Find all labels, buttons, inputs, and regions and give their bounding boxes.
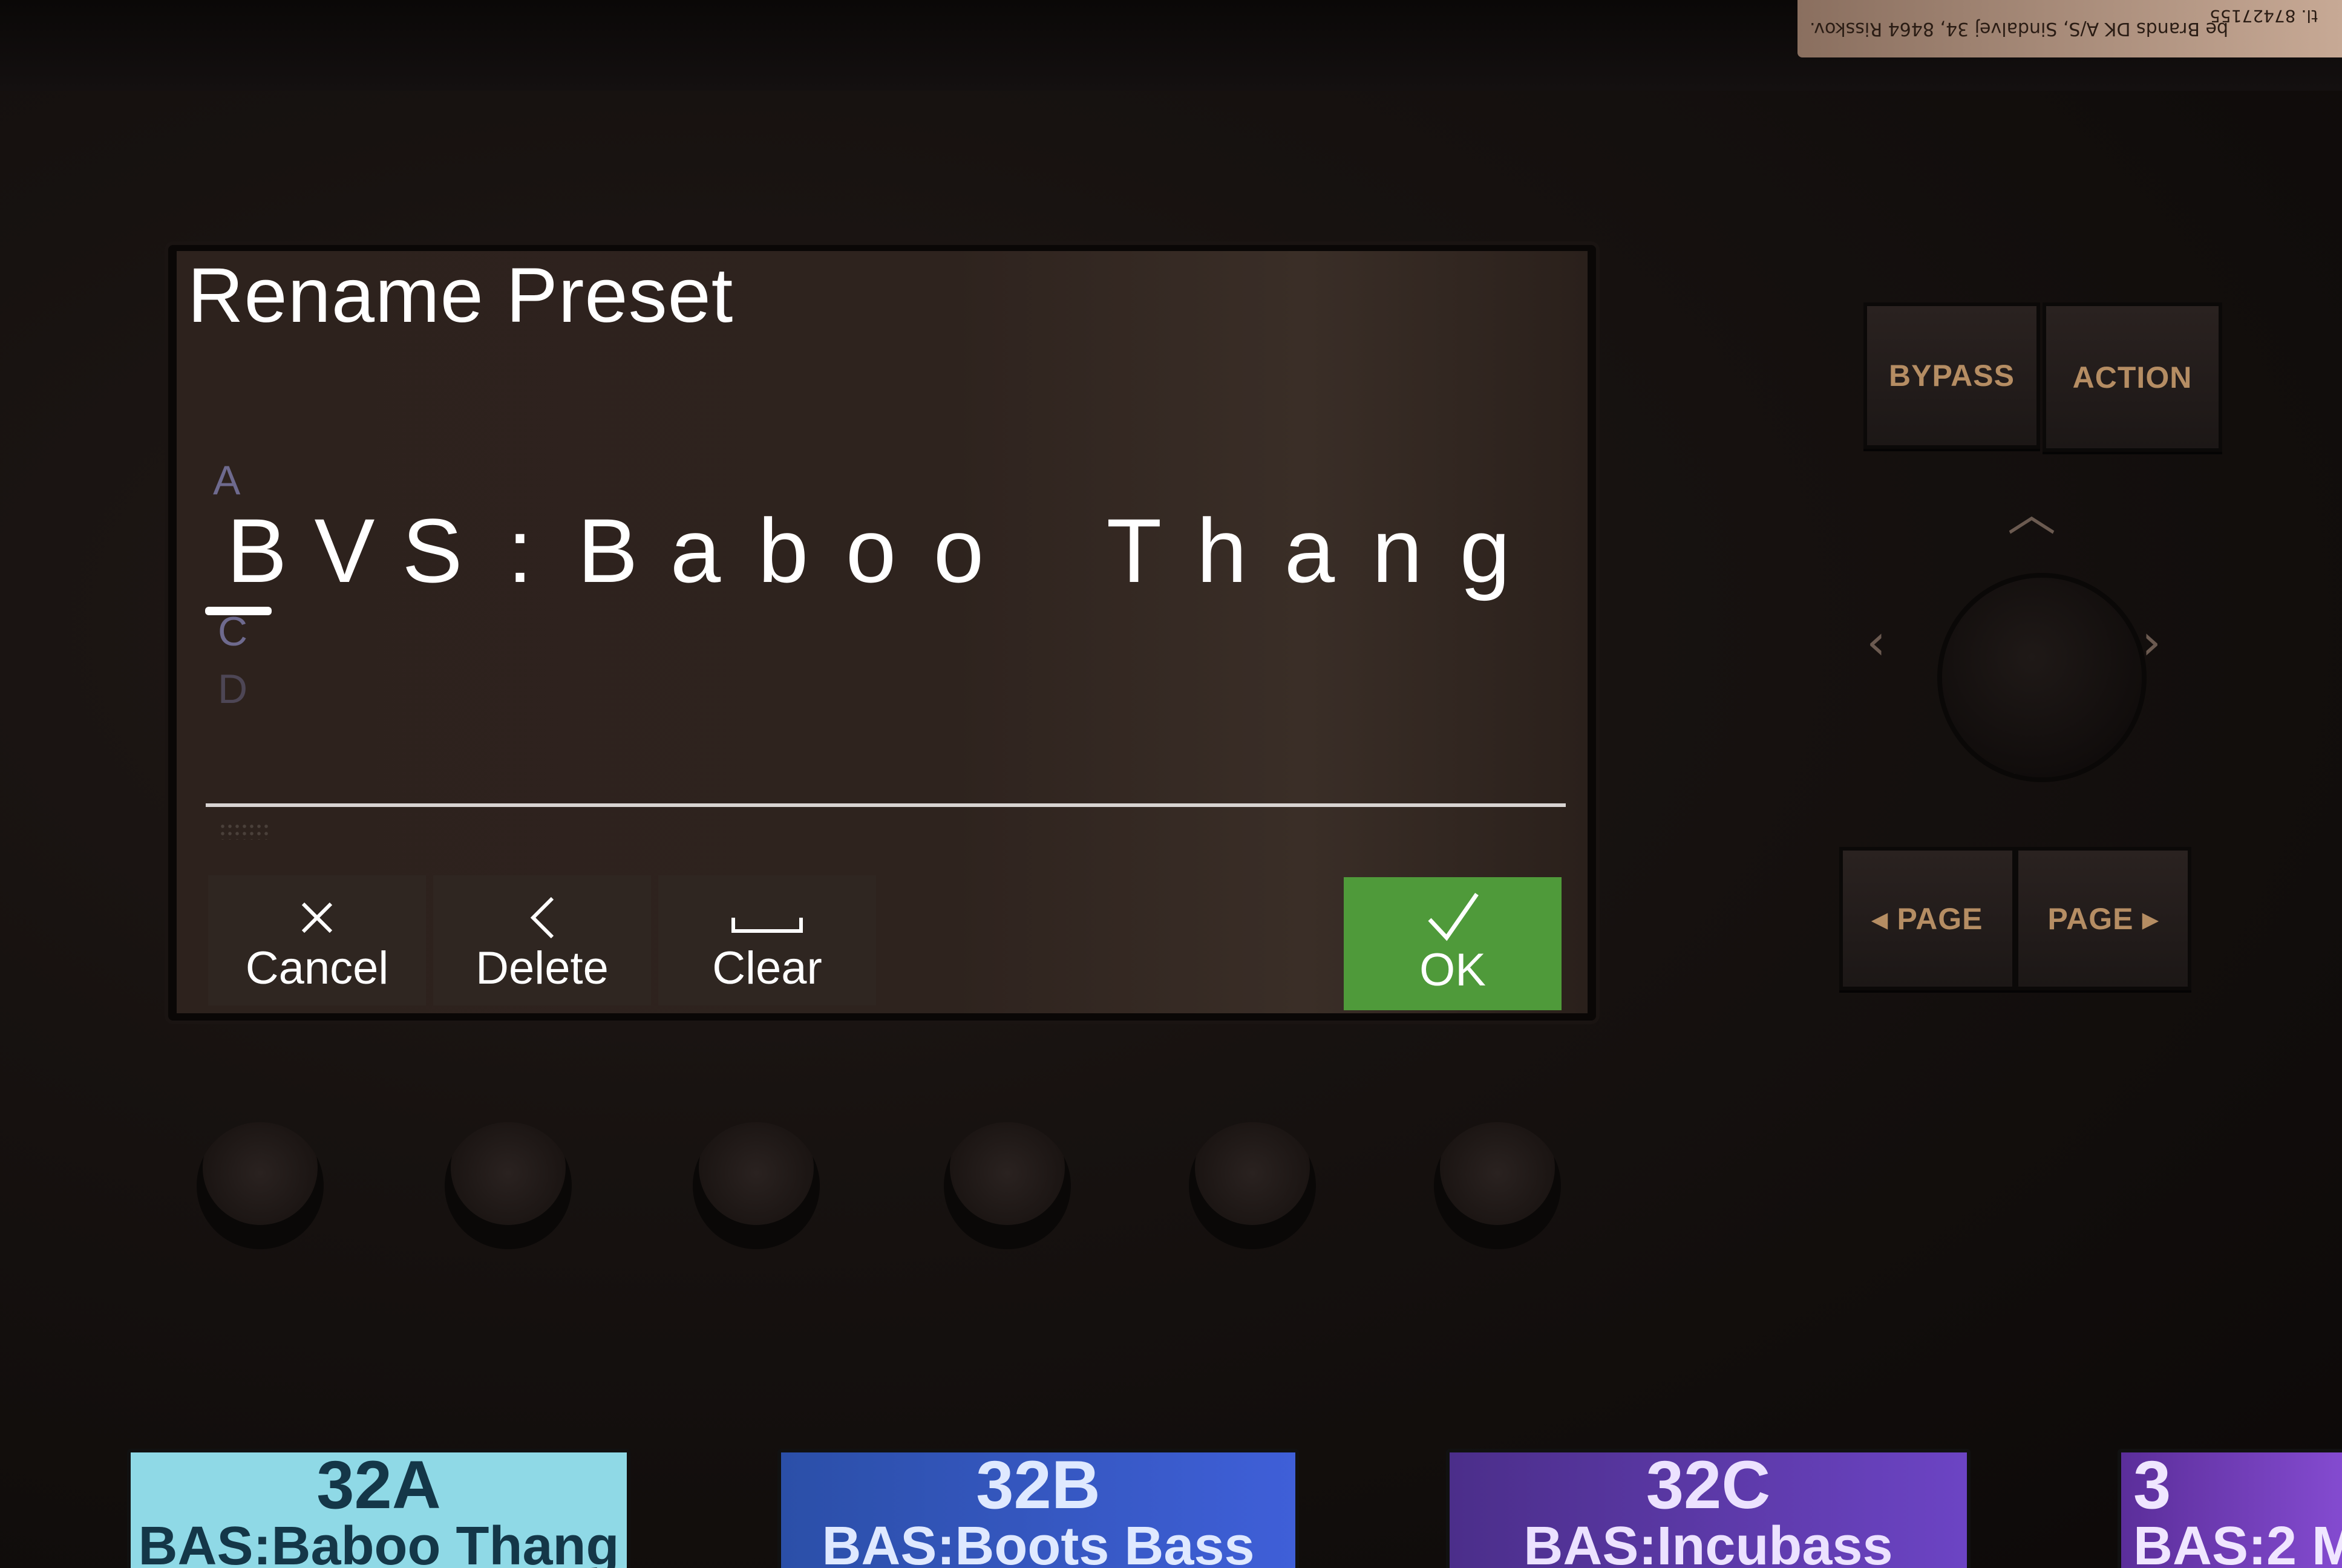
name-char: o	[933, 500, 984, 601]
preset-number: 32B	[976, 1449, 1101, 1523]
page-title: Rename Preset	[188, 252, 734, 339]
close-icon	[301, 902, 333, 933]
preset-name-field[interactable]: BVS:Baboo Thang	[213, 505, 1529, 596]
preset-name: BAS:Incubass	[1523, 1516, 1893, 1568]
divider	[206, 803, 1566, 807]
page-prev-button[interactable]: ◂ PAGE	[1839, 847, 2016, 990]
ok-label: OK	[1419, 944, 1486, 996]
name-char: V	[314, 500, 375, 601]
preset-name: BAS:2 M	[2133, 1516, 2342, 1568]
bypass-button[interactable]: BYPASS	[1863, 302, 2040, 449]
name-char: S	[402, 500, 463, 601]
lcd-screen: Rename Preset A C D BVS:Baboo Thang Canc…	[177, 251, 1588, 1013]
action-button[interactable]: ACTION	[2043, 302, 2222, 452]
picker-next-char-2: D	[218, 666, 248, 712]
helix-device: be Brands DK A/S, Sindalvej 34, 8464 Ris…	[0, 0, 2342, 1568]
scribble-strip-32b: 32B BAS:Boots Bass	[777, 1449, 1299, 1568]
name-char: g	[1459, 500, 1511, 601]
ok-button[interactable]: OK	[1344, 877, 1562, 1010]
clear-button[interactable]: Clear	[658, 875, 876, 1005]
name-char: B	[226, 500, 287, 601]
name-char	[1003, 505, 1090, 596]
name-char: b	[757, 500, 809, 601]
label-sticker: be Brands DK A/S, Sindalvej 34, 8464 Ris…	[1797, 0, 2342, 57]
knob-5[interactable]	[1189, 1122, 1316, 1249]
chevron-right-icon: ›	[2142, 614, 2161, 670]
name-char: o	[845, 500, 897, 601]
delete-button[interactable]: Delete	[433, 875, 651, 1005]
preset-number: 32A	[316, 1449, 441, 1523]
scribble-strip-32a: 32A BAS:Baboo Thang	[127, 1449, 630, 1568]
chevron-up-icon: ︿	[2007, 486, 2056, 542]
preset-name: BAS:Boots Bass	[822, 1516, 1255, 1568]
chevron-left-icon	[530, 897, 554, 939]
cancel-button[interactable]: Cancel	[208, 875, 426, 1005]
knob-4[interactable]	[944, 1122, 1071, 1249]
name-char: h	[1196, 500, 1248, 601]
page-next-button[interactable]: PAGE ▸	[2015, 847, 2191, 990]
scribble-strip-32c: 32C BAS:Incubass	[1446, 1449, 1971, 1568]
preset-name: BAS:Baboo Thang	[138, 1516, 620, 1568]
preset-number: 3	[2133, 1449, 2171, 1523]
dotted-indicator	[219, 823, 271, 840]
sticker-line-2: tl. 87427155	[2209, 6, 2318, 26]
navigation-joystick[interactable]	[1942, 578, 2142, 777]
knob-2[interactable]	[445, 1122, 572, 1249]
delete-label: Delete	[476, 942, 609, 994]
clear-label: Clear	[712, 942, 822, 994]
checkmark-icon	[1428, 893, 1479, 941]
name-char: :	[507, 500, 533, 601]
knob-3[interactable]	[693, 1122, 820, 1249]
name-char: n	[1372, 500, 1423, 601]
text-cursor	[205, 607, 272, 615]
name-char: B	[577, 500, 638, 601]
picker-prev-char: A	[213, 457, 241, 503]
preset-number: 32C	[1646, 1449, 1771, 1523]
chevron-left-icon: ‹	[1866, 614, 1886, 670]
sticker-line-1: be Brands DK A/S, Sindalvej 34, 8464 Ris…	[1810, 18, 2229, 39]
knob-1[interactable]	[197, 1122, 324, 1249]
name-char: T	[1106, 500, 1162, 601]
space-icon	[731, 918, 803, 933]
name-char: a	[1284, 500, 1335, 601]
cancel-label: Cancel	[245, 942, 389, 994]
knob-6[interactable]	[1434, 1122, 1561, 1249]
scribble-strip-32d: 3 BAS:2 M	[2118, 1449, 2342, 1568]
name-char: a	[670, 500, 721, 601]
